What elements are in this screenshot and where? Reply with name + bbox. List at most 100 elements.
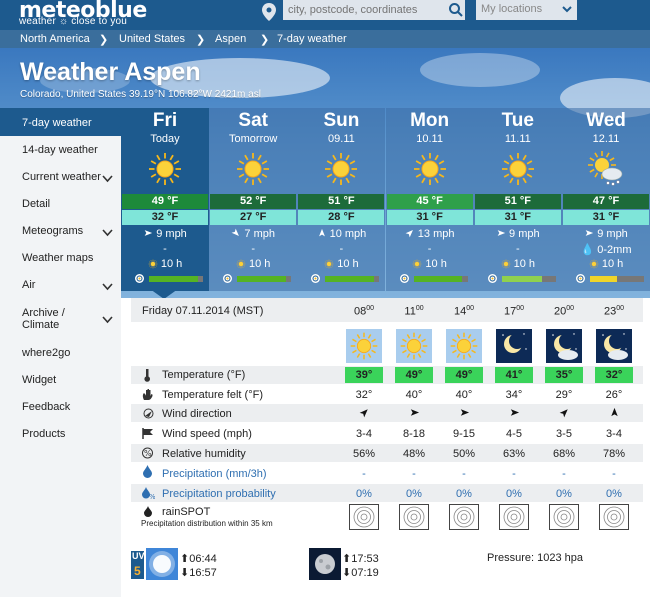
wind-speed: 13 mph [386,228,474,241]
precipitation-probability-cell: 0% [606,488,622,500]
rainspot-map[interactable] [499,504,529,530]
breadcrumb-united-states[interactable]: United States [119,33,185,45]
day-date: Tomorrow [229,133,278,145]
precipitation: - [163,243,167,255]
day-date: 11.11 [504,133,531,145]
sidebar-item-label: 7-day weather [22,117,92,129]
my-locations-dropdown[interactable]: My locations [476,0,577,20]
sidebar-item-air[interactable]: Air [0,275,121,301]
sidebar-item-products[interactable]: Products [0,424,121,450]
precipitation-cell: - [362,468,366,480]
wind-arrow-icon [231,228,240,236]
felt-temperature-cell: 26° [605,389,623,401]
sidebar-item-14-day-weather[interactable]: 14-day weather [0,140,121,166]
svg-text:%: % [144,449,152,458]
sun-icon [412,259,422,269]
breadcrumb-separator: ❯ [196,34,206,46]
temperature-cell: 35° [545,367,583,383]
raindrop-icon: 💧 [580,244,595,256]
rainspot-map[interactable] [349,504,379,530]
rainspot-map[interactable] [599,504,629,530]
wind-direction-icon [143,408,154,419]
sidebar-item-where2go[interactable]: where2go [0,343,121,369]
wind-speed-cell: 3-5 [556,428,572,440]
precipitation-cell: - [612,468,616,480]
rainspot-map[interactable] [449,504,479,530]
search-input[interactable] [283,0,465,20]
precipitation-cell: - [562,468,566,480]
breadcrumb-north-america[interactable]: North America [20,33,90,45]
day-column-wed[interactable]: Wed 12.11 47 °F 31 °F 9 mph 💧 0-2mm 10 h [562,108,650,291]
moon-cloud-icon [546,329,582,363]
predictability-bar [413,276,468,282]
felt-temperature-cell: 40° [455,389,473,401]
max-temperature: 51 °F [298,194,385,209]
sidebar-item-7-day-weather[interactable]: 7-day weather [0,108,125,136]
max-temperature: 47 °F [563,194,649,209]
day-column-tue[interactable]: Tue 11.11 51 °F 31 °F 9 mph - 10 h [473,108,562,291]
wind-arrow-icon [559,409,568,418]
day-column-mon[interactable]: Mon 10.11 45 °F 31 °F 13 mph - 10 h [385,108,474,291]
sidebar-item-current-weather[interactable]: Current weather [0,167,121,193]
page-title: Weather Aspen [20,58,201,86]
sunrise-row: ⬆06:44 [180,552,217,565]
predictability-bar [590,276,644,282]
hour-label: 1100 [404,305,424,318]
moon-cloud-icon [596,329,632,363]
predictability-icon [576,274,585,283]
wind-direction-cell [545,407,583,421]
wind-arrow-icon [585,230,594,236]
day-name: Fri [152,110,178,131]
wind-arrow-icon [510,409,519,416]
sun-icon [446,329,482,363]
top-header: meteoblue weather ☼ close to you My loca… [0,0,650,30]
rainspot-map[interactable] [549,504,579,530]
day-column-sun[interactable]: Sun 09.11 51 °F 28 °F 10 mph - 10 h [297,108,386,291]
precipitation-probability-label[interactable]: Precipitation probability [162,488,276,500]
precipitation-label[interactable]: Precipitation (mm/3h) [162,468,267,480]
sun-icon [346,329,382,363]
search-icon[interactable] [447,1,465,19]
day-column-sat[interactable]: Sat Tomorrow 52 °F 27 °F 7 mph - 10 h [209,108,298,291]
temperature-cell: 49° [395,367,433,383]
wind-arrow-icon [359,409,368,418]
sidebar-item-label: 14-day weather [22,144,98,156]
sun-icon [589,259,599,269]
rainspot-grid-icon [453,506,475,528]
max-temperature: 51 °F [474,194,561,209]
sidebar-item-widget[interactable]: Widget [0,370,121,396]
min-temperature: 31 °F [474,210,561,225]
wind-speed-cell: 3-4 [356,428,372,440]
sidebar-item-detail[interactable]: Detail [0,194,121,220]
moon-glyph [602,333,628,360]
felt-temperature-cell: 29° [555,389,573,401]
sunrise-sun-icon [146,548,178,580]
sidebar-item-feedback[interactable]: Feedback [0,397,121,423]
wind-direction-cell [345,407,383,421]
sidebar-item-label: where2go [22,347,71,359]
wind-flag-icon [142,428,153,439]
down-arrow-icon: ⬇ [180,567,190,579]
precipitation: - [339,243,344,255]
sun-icon [501,153,534,185]
breadcrumb-aspen[interactable]: Aspen [215,33,246,45]
rainspot-map[interactable] [399,504,429,530]
wind-speed: 7 mph [209,228,297,241]
location-subtitle: Colorado, United States 39.19°N 106.82°W… [20,89,261,100]
wind-arrow-icon [497,230,506,236]
breadcrumb-7-day-weather[interactable]: 7-day weather [277,33,347,45]
uv-badge: UV 5 [131,551,145,579]
sidebar-item-archive-climate[interactable]: Archive / Climate [0,304,121,334]
sidebar-item-weather-maps[interactable]: Weather maps [0,248,121,274]
sun-icon [400,332,428,360]
day-weather-icon [235,151,271,187]
sunshine-hours: 10 h [209,258,297,272]
rainspot-label[interactable]: rainSPOT [162,506,210,518]
hour-label: 1400 [453,305,475,318]
day-column-fri[interactable]: Fri Today 49 °F 32 °F 9 mph - 10 h [121,108,209,291]
sidebar-item-meteograms[interactable]: Meteograms [0,221,121,247]
day-name: Wed [586,110,626,131]
precipitation-probability-cell: 0% [356,488,372,500]
location-pin-icon[interactable] [262,3,276,21]
precipitation-probability-cell: 0% [406,488,422,500]
